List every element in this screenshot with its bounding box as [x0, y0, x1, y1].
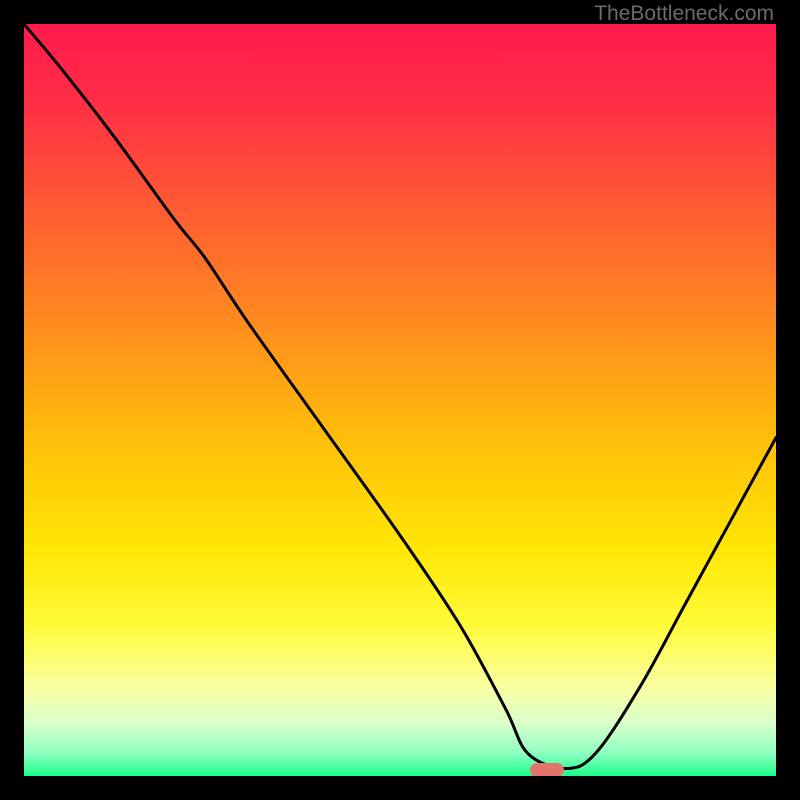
chart-container: TheBottleneck.com — [0, 0, 800, 800]
plot-area — [24, 24, 776, 776]
watermark-text: TheBottleneck.com — [594, 2, 774, 26]
heatmap-gradient — [24, 24, 776, 776]
optimal-marker — [530, 763, 564, 776]
